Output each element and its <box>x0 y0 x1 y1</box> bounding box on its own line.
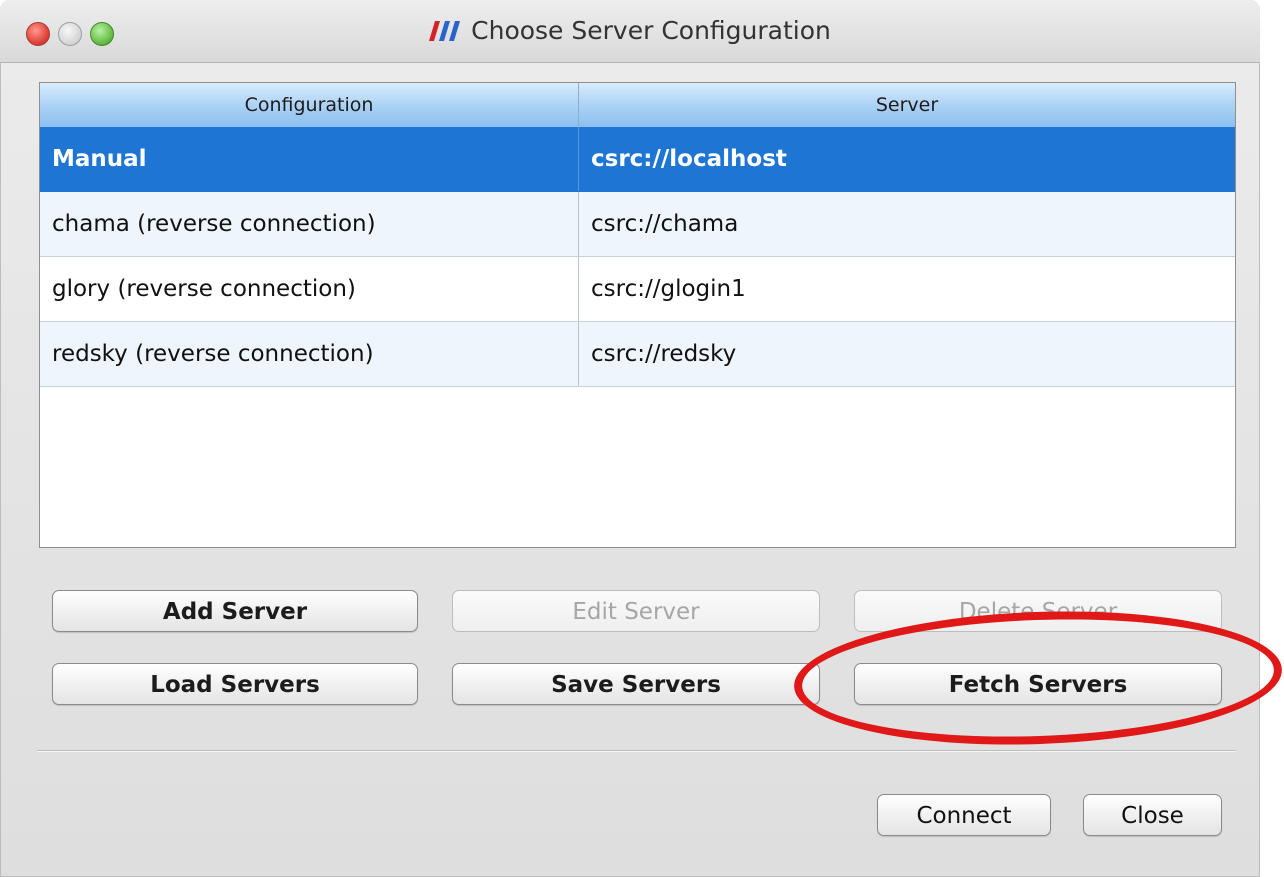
dialog-window: Choose Server Configuration Configuratio… <box>0 0 1260 877</box>
server-configuration-table[interactable]: Configuration Server Manual csrc://local… <box>39 82 1236 548</box>
column-header-server[interactable]: Server <box>579 83 1235 127</box>
server-cell: csrc://redsky <box>591 341 737 367</box>
table-body: Manual csrc://localhost chama (reverse c… <box>40 127 1235 387</box>
configuration-cell: chama (reverse connection) <box>40 192 579 256</box>
paraview-logo-icon <box>429 21 461 41</box>
save-servers-button[interactable]: Save Servers <box>452 663 820 705</box>
title-bar: Choose Server Configuration <box>0 0 1260 63</box>
table-header: Configuration Server <box>40 83 1235 128</box>
column-header-configuration[interactable]: Configuration <box>40 83 579 127</box>
delete-server-button[interactable]: Delete Server <box>854 590 1222 632</box>
window-title-group: Choose Server Configuration <box>0 16 1260 45</box>
window-title: Choose Server Configuration <box>471 16 831 45</box>
table-row[interactable]: glory (reverse connection) csrc://glogin… <box>40 257 1235 322</box>
configuration-cell: glory (reverse connection) <box>40 257 579 321</box>
server-cell: csrc://glogin1 <box>591 276 746 302</box>
table-row[interactable]: Manual csrc://localhost <box>40 127 1235 192</box>
configuration-cell: Manual <box>40 127 579 191</box>
edit-server-button[interactable]: Edit Server <box>452 590 820 632</box>
server-cell: csrc://chama <box>591 211 739 237</box>
fetch-servers-button[interactable]: Fetch Servers <box>854 663 1222 705</box>
configuration-cell: redsky (reverse connection) <box>40 322 579 386</box>
table-row[interactable]: chama (reverse connection) csrc://chama <box>40 192 1235 257</box>
load-servers-button[interactable]: Load Servers <box>52 663 418 705</box>
close-button[interactable]: Close <box>1083 794 1222 836</box>
add-server-button[interactable]: Add Server <box>52 590 418 632</box>
divider <box>37 750 1236 752</box>
server-cell: csrc://localhost <box>591 146 787 172</box>
table-row[interactable]: redsky (reverse connection) csrc://redsk… <box>40 322 1235 387</box>
connect-button[interactable]: Connect <box>877 794 1051 836</box>
